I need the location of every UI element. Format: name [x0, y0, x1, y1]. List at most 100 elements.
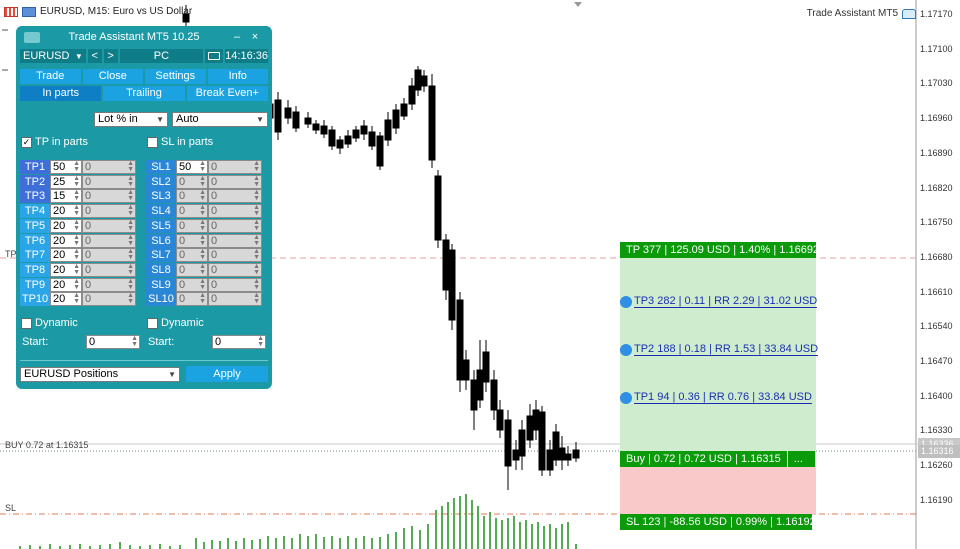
- tp-level-label[interactable]: TP5: [20, 218, 50, 233]
- sl-level-label[interactable]: SL6: [146, 233, 176, 248]
- checkbox-box[interactable]: [147, 136, 158, 148]
- tp-in-parts-checkbox[interactable]: ✓ TP in parts: [21, 136, 88, 148]
- sl-percent-input[interactable]: 0 ▲ ▼: [176, 189, 208, 204]
- symbol-selector[interactable]: EURUSD ▼: [20, 49, 86, 63]
- lot-mode-select[interactable]: Lot % in ▼: [94, 112, 168, 127]
- spinner-icon[interactable]: ▲ ▼: [127, 248, 134, 261]
- tab-trade[interactable]: Trade: [20, 69, 81, 84]
- sl-value-input[interactable]: 0 ▲ ▼: [208, 189, 262, 204]
- spinner-icon[interactable]: ▲ ▼: [127, 189, 134, 202]
- sl-value-input[interactable]: 0 ▲ ▼: [208, 292, 262, 307]
- tp-level-label[interactable]: TP3: [20, 189, 50, 204]
- close-button[interactable]: ×: [246, 31, 264, 43]
- sl-percent-input[interactable]: 0 ▲ ▼: [176, 233, 208, 248]
- tp-level-label[interactable]: TP8: [20, 262, 50, 277]
- spinner-icon[interactable]: ▲ ▼: [253, 263, 260, 276]
- spinner-icon[interactable]: ▲ ▼: [73, 248, 80, 261]
- spinner-icon[interactable]: ▲ ▼: [127, 234, 134, 247]
- subtab-trailing[interactable]: Trailing: [103, 86, 185, 101]
- tp2-handle-icon[interactable]: [620, 343, 632, 356]
- tp3-marker[interactable]: TP3 282 | 0.11 | RR 2.29 | 31.02 USD: [620, 295, 818, 308]
- folder-icon[interactable]: [205, 49, 224, 63]
- tp-level-label[interactable]: TP9: [20, 277, 50, 292]
- sl-percent-input[interactable]: 0 ▲ ▼: [176, 218, 208, 233]
- sl-level-label[interactable]: SL8: [146, 262, 176, 277]
- tp-percent-input[interactable]: 20 ▲ ▼: [50, 292, 82, 307]
- spinner-icon[interactable]: ▲ ▼: [253, 278, 260, 291]
- tp-level-label[interactable]: TP4: [20, 204, 50, 219]
- spinner-icon[interactable]: ▲ ▼: [127, 278, 134, 291]
- spinner-icon[interactable]: ▲ ▼: [199, 292, 206, 305]
- next-symbol-button[interactable]: >: [103, 49, 118, 63]
- checkbox-box[interactable]: [21, 317, 32, 329]
- tp-level-label[interactable]: TP1: [20, 160, 50, 174]
- tp-value-input[interactable]: 0 ▲ ▼: [82, 292, 136, 307]
- sl-percent-input[interactable]: 0 ▲ ▼: [176, 204, 208, 219]
- sl-total-label[interactable]: SL 123 | -88.56 USD | 0.99% | 1.16192: [620, 514, 816, 530]
- apply-button[interactable]: Apply: [186, 366, 268, 382]
- tp-value-input[interactable]: 0 ▲ ▼: [82, 262, 136, 277]
- minimize-button[interactable]: –: [228, 31, 246, 43]
- tp-level-label[interactable]: TP6: [20, 233, 50, 248]
- spinner-icon[interactable]: ▲ ▼: [127, 175, 134, 188]
- chart-type-icon[interactable]: [4, 6, 18, 17]
- window-icon[interactable]: [22, 6, 36, 17]
- tp-value-input[interactable]: 0 ▲ ▼: [82, 160, 136, 174]
- sl-level-label[interactable]: SL3: [146, 189, 176, 204]
- tp-value-input[interactable]: 0 ▲ ▼: [82, 218, 136, 233]
- sl-value-input[interactable]: 0 ▲ ▼: [208, 174, 262, 189]
- spinner-icon[interactable]: ▲ ▼: [253, 204, 260, 217]
- tp1-handle-icon[interactable]: [620, 391, 632, 404]
- sl-dynamic-checkbox[interactable]: Dynamic: [147, 317, 204, 329]
- spinner-icon[interactable]: ▲ ▼: [73, 160, 80, 173]
- subtab-break-even-[interactable]: Break Even+: [186, 86, 268, 101]
- tp-percent-input[interactable]: 20 ▲ ▼: [50, 262, 82, 277]
- buy-more-button[interactable]: ...: [786, 451, 809, 467]
- spinner-icon[interactable]: ▲ ▼: [199, 204, 206, 217]
- spinner-icon[interactable]: ▲ ▼: [253, 189, 260, 202]
- tp-percent-input[interactable]: 25 ▲ ▼: [50, 174, 82, 189]
- spinner-icon[interactable]: ▲ ▼: [73, 219, 80, 232]
- sl-value-input[interactable]: 0 ▲ ▼: [208, 233, 262, 248]
- tp-value-input[interactable]: 0 ▲ ▼: [82, 174, 136, 189]
- tp-percent-input[interactable]: 20 ▲ ▼: [50, 277, 82, 292]
- spinner-icon[interactable]: ▲ ▼: [73, 234, 80, 247]
- spinner-icon[interactable]: ▲ ▼: [199, 263, 206, 276]
- spinner-icon[interactable]: ▲ ▼: [253, 248, 260, 261]
- subtab-in-parts[interactable]: In parts: [20, 86, 102, 101]
- tp-percent-input[interactable]: 20 ▲ ▼: [50, 233, 82, 248]
- panel-titlebar[interactable]: Trade Assistant MT5 10.25 – ×: [16, 26, 272, 48]
- positions-select[interactable]: EURUSD Positions ▼: [20, 367, 180, 382]
- sl-level-label[interactable]: SL1: [146, 160, 176, 174]
- trade-assistant-panel[interactable]: Trade Assistant MT5 10.25 – × EURUSD ▼ <…: [16, 26, 272, 389]
- spinner-icon[interactable]: ▲ ▼: [73, 278, 80, 291]
- tab-info[interactable]: Info: [207, 69, 268, 84]
- sl-level-label[interactable]: SL5: [146, 218, 176, 233]
- tp-percent-input[interactable]: 20 ▲ ▼: [50, 218, 82, 233]
- spinner-icon[interactable]: ▲ ▼: [131, 335, 138, 348]
- sl-value-input[interactable]: 0 ▲ ▼: [208, 262, 262, 277]
- spinner-icon[interactable]: ▲ ▼: [257, 335, 264, 348]
- sl-level-label[interactable]: SL4: [146, 204, 176, 219]
- prev-symbol-button[interactable]: <: [87, 49, 102, 63]
- tp-level-label[interactable]: TP7: [20, 248, 50, 263]
- spinner-icon[interactable]: ▲ ▼: [253, 219, 260, 232]
- tp-value-input[interactable]: 0 ▲ ▼: [82, 204, 136, 219]
- spinner-icon[interactable]: ▲ ▼: [73, 263, 80, 276]
- spinner-icon[interactable]: ▲ ▼: [73, 189, 80, 202]
- sl-value-input[interactable]: 0 ▲ ▼: [208, 218, 262, 233]
- sl-percent-input[interactable]: 50 ▲ ▼: [176, 160, 208, 174]
- tp-level-label[interactable]: TP2: [20, 174, 50, 189]
- spinner-icon[interactable]: ▲ ▼: [253, 160, 260, 173]
- spinner-icon[interactable]: ▲ ▼: [127, 219, 134, 232]
- tp3-handle-icon[interactable]: [620, 295, 632, 308]
- spinner-icon[interactable]: ▲ ▼: [199, 160, 206, 173]
- tab-close[interactable]: Close: [82, 69, 143, 84]
- checkbox-box[interactable]: [147, 317, 158, 329]
- spinner-icon[interactable]: ▲ ▼: [127, 292, 134, 305]
- tp-value-input[interactable]: 0 ▲ ▼: [82, 277, 136, 292]
- sl-percent-input[interactable]: 0 ▲ ▼: [176, 262, 208, 277]
- spinner-icon[interactable]: ▲ ▼: [199, 234, 206, 247]
- tp1-marker[interactable]: TP1 94 | 0.36 | RR 0.76 | 33.84 USD: [620, 391, 812, 404]
- sl-start-input[interactable]: 0 ▲ ▼: [212, 335, 266, 349]
